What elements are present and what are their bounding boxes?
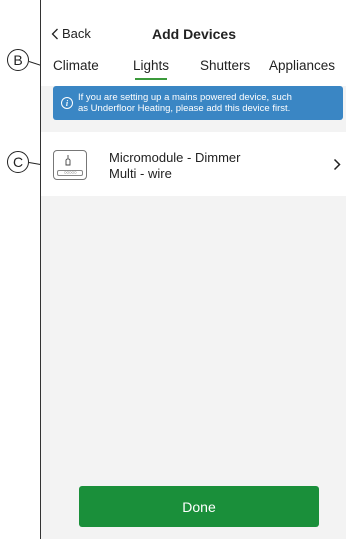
tab-lights[interactable]: Lights	[133, 58, 169, 80]
device-name-line-2: Multi - wire	[109, 166, 172, 181]
info-icon: i	[61, 97, 73, 109]
screenshot-stage: B C Back Add Devices Climate Lights Shut…	[0, 0, 346, 539]
device-name-line-1: Micromodule - Dimmer	[109, 150, 241, 165]
app-header: Back Add Devices Climate Lights Shutters…	[41, 0, 346, 86]
device-name: Micromodule - Dimmer Multi - wire	[109, 150, 309, 182]
callout-c: C	[7, 151, 29, 173]
done-label: Done	[182, 498, 216, 515]
info-banner: i If you are setting up a mains powered …	[53, 86, 343, 120]
callout-b-label: B	[13, 52, 23, 68]
callout-c-label: C	[12, 154, 24, 170]
tab-appliances[interactable]: Appliances	[269, 58, 335, 73]
page-title: Add Devices	[151, 26, 237, 42]
banner-line-1: If you are setting up a mains powered de…	[78, 92, 292, 103]
banner-text: If you are setting up a mains powered de…	[78, 92, 292, 114]
done-button[interactable]: Done	[79, 486, 319, 527]
category-tabs: Climate Lights Shutters Appliances	[41, 58, 346, 82]
terminal-block: ○○○○○	[57, 170, 83, 176]
banner-line-2: as Underfloor Heating, please add this d…	[78, 103, 291, 114]
tab-shutters[interactable]: Shutters	[200, 58, 250, 73]
callout-b: B	[7, 49, 29, 71]
bulb-icon	[65, 155, 71, 166]
chevron-right-icon	[333, 158, 341, 171]
micromodule-light-icon: ○○○○○	[53, 150, 87, 180]
phone-screen: Back Add Devices Climate Lights Shutters…	[40, 0, 346, 539]
tab-climate[interactable]: Climate	[53, 58, 99, 73]
device-row-micromodule-dimmer[interactable]: ○○○○○ Micromodule - Dimmer Multi - wire	[41, 132, 346, 196]
